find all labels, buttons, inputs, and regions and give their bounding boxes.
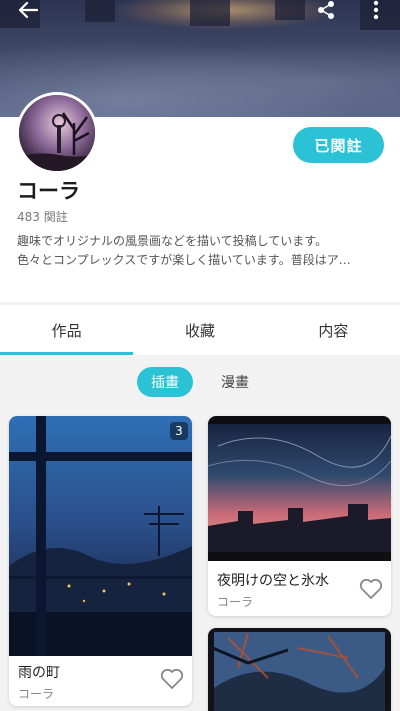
tab-works[interactable]: 作品 <box>0 305 134 355</box>
page-count-badge: 3 <box>170 422 188 440</box>
more-button[interactable] <box>362 0 390 20</box>
work-thumbnail <box>9 416 192 656</box>
profile-tabs: 作品 收藏 内容 <box>0 305 400 355</box>
heart-icon[interactable] <box>359 578 383 600</box>
heart-icon[interactable] <box>160 668 184 690</box>
work-title: 雨の町 <box>18 665 60 681</box>
tab-favorites[interactable]: 收藏 <box>133 305 266 355</box>
chip-illustration[interactable]: 插畫 <box>137 367 193 397</box>
work-card[interactable] <box>208 628 391 711</box>
bio-line-2: 色々とコンプレックスですが楽しく描いています。普段はア… <box>17 253 351 267</box>
cover-building <box>85 0 115 22</box>
profile-name: コーラ <box>17 179 80 203</box>
work-type-filter: 插畫 漫畫 <box>0 355 400 409</box>
cover-building <box>190 0 230 26</box>
bio-line-1: 趣味でオリジナルの風景画などを描いて投稿しています。 <box>17 234 328 248</box>
work-thumbnail <box>208 416 391 561</box>
cover-building <box>275 0 305 20</box>
profile-bio[interactable]: 趣味でオリジナルの風景画などを描いて投稿しています。 色々とコンプレックスですが… <box>17 232 387 270</box>
follow-count[interactable]: 483 関註 <box>17 208 68 225</box>
avatar[interactable] <box>16 92 98 174</box>
share-button[interactable] <box>312 0 340 20</box>
chip-manga[interactable]: 漫畫 <box>207 367 263 397</box>
work-author: コーラ <box>18 687 55 701</box>
work-thumbnail <box>208 628 391 711</box>
back-button[interactable] <box>14 0 42 20</box>
work-title: 夜明けの空と氷水 <box>217 573 329 589</box>
work-card[interactable]: 3 雨の町 コーラ <box>9 416 192 706</box>
arrow-left-icon <box>18 1 38 19</box>
work-card[interactable]: 夜明けの空と氷水 コーラ <box>208 416 391 616</box>
more-vert-icon <box>373 0 379 20</box>
work-author: コーラ <box>217 595 254 609</box>
share-icon <box>318 1 334 19</box>
follow-button[interactable]: 已関註 <box>293 127 384 163</box>
tab-content[interactable]: 内容 <box>267 305 400 355</box>
